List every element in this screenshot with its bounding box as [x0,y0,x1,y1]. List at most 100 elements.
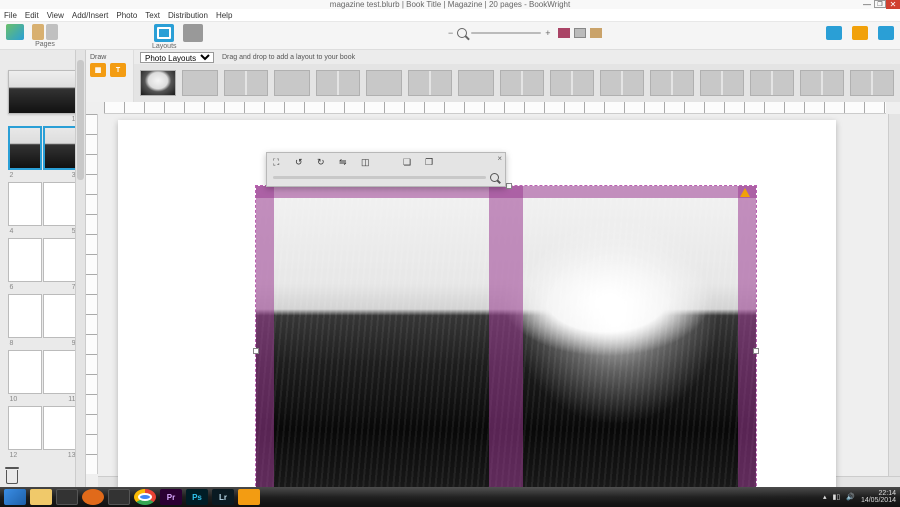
menu-photo[interactable]: Photo [116,11,137,20]
tray-date: 14/05/2014 [861,497,896,504]
book-cover-button[interactable] [6,24,24,40]
view-swatches [558,28,602,38]
pages-sidebar: 1 23 45 67 89 1011 1213 [0,50,86,488]
menu-add-insert[interactable]: Add/Insert [72,11,108,20]
bookwright-icon[interactable] [238,489,260,505]
minimize-button[interactable]: — [860,0,874,9]
flag-upload-icon[interactable] [878,26,894,40]
layout-thumb[interactable] [700,70,744,96]
page-thumbnail[interactable]: 45 [8,182,78,226]
canvas-area: × ⛶ ↺ ↻ ⇋ ◫ ❏ ❐ [86,102,900,488]
menu-view[interactable]: View [47,11,64,20]
image-zoom-slider[interactable] [273,176,486,179]
menu-file[interactable]: File [4,11,17,20]
resize-handle[interactable] [506,183,512,189]
layout-thumb[interactable] [224,70,268,96]
flag-sync-icon[interactable] [826,26,842,40]
tray-time: 22:14 [878,490,896,497]
menu-help[interactable]: Help [216,11,232,20]
taskbar-app-icon[interactable] [56,489,78,505]
layout-strip: Photo Layouts Drag and drop to add a lay… [134,50,900,102]
swatch-safe[interactable] [574,28,586,38]
taskbar-app-icon[interactable] [108,489,130,505]
page-thumbnail[interactable]: 89 [8,294,78,338]
premiere-icon[interactable]: Pr [160,489,182,505]
pages-icon[interactable] [32,24,44,40]
lightroom-icon[interactable]: Lr [212,489,234,505]
crop-icon[interactable]: ◫ [361,157,373,169]
layout-thumbnails [134,64,900,102]
layout-thumb[interactable] [182,70,218,96]
flip-icon[interactable]: ⇋ [339,157,351,169]
ruler-vertical [86,114,98,474]
tray-volume-icon[interactable]: 🔊 [846,493,855,501]
layouts-mode-button[interactable] [154,24,174,42]
zoom-out-icon[interactable]: − [448,28,453,38]
layout-thumb[interactable] [140,70,176,96]
layout-thumb[interactable] [650,70,694,96]
draw-text-box-tool[interactable]: T [110,63,126,77]
top-toolbar: Pages Layouts − + [0,22,900,50]
layout-thumb[interactable] [458,70,494,96]
layout-thumb[interactable] [750,70,794,96]
layout-type-select[interactable]: Photo Layouts [140,52,214,63]
status-flags [826,26,894,40]
layout-thumb[interactable] [500,70,544,96]
layout-thumb[interactable] [366,70,402,96]
tray-clock[interactable]: 22:14 14/05/2014 [861,490,896,504]
close-button[interactable]: ✕ [886,0,900,9]
send-back-icon[interactable]: ❏ [403,157,415,169]
layouts-label: Layouts [152,43,177,50]
layout-thumb[interactable] [800,70,844,96]
image-toolbar[interactable]: × ⛶ ↺ ↻ ⇋ ◫ ❏ ❐ [266,152,506,187]
resolution-warning-icon[interactable] [740,188,750,197]
restore-button[interactable]: ❐ [874,0,886,8]
tray-up-icon[interactable]: ▴ [823,493,827,501]
page-thumbnail[interactable]: 1213 [8,406,78,450]
images-mode-button[interactable] [183,24,203,42]
menu-distribution[interactable]: Distribution [168,11,208,20]
resize-handle[interactable] [753,348,759,354]
bring-front-icon[interactable]: ❐ [425,157,437,169]
layout-thumb[interactable] [408,70,452,96]
layout-thumb[interactable] [274,70,310,96]
trash-icon[interactable] [6,470,18,484]
draw-image-box-tool[interactable]: ▦ [90,63,106,77]
canvas-vertical-scrollbar[interactable] [888,114,900,476]
pages-icon-2 [46,24,58,40]
photoshop-icon[interactable]: Ps [186,489,208,505]
ruler-horizontal [104,102,886,114]
menu-text[interactable]: Text [145,11,160,20]
resize-handle[interactable] [253,348,259,354]
start-button[interactable] [4,489,26,505]
layout-thumb[interactable] [600,70,644,96]
rotate-right-icon[interactable]: ↻ [317,157,329,169]
page-thumbnail[interactable]: 1011 [8,350,78,394]
page-thumbnail[interactable]: 23 [8,126,78,170]
draw-label: Draw [90,54,129,61]
zoom-slider[interactable] [471,32,541,34]
layout-thumb[interactable] [550,70,594,96]
swatch-trim[interactable] [590,28,602,38]
swatch-bleed[interactable] [558,28,570,38]
toolbar-close-icon[interactable]: × [497,154,502,163]
tray-network-icon[interactable]: ▮▯ [833,493,841,501]
firefox-icon[interactable] [82,489,104,505]
window-title: magazine test.blurb | Book Title | Magaz… [0,0,900,9]
menu-edit[interactable]: Edit [25,11,39,20]
system-tray[interactable]: ▴ ▮▯ 🔊 22:14 14/05/2014 [823,490,896,504]
flag-warning-icon[interactable] [852,26,868,40]
main-area: 1 23 45 67 89 1011 1213 Draw ▦ T Photo Layouts [0,50,900,488]
chrome-icon[interactable] [134,489,156,505]
page-thumbnail[interactable]: 1 [8,70,78,114]
image-frame[interactable] [256,186,756,488]
page-thumbnail[interactable]: 67 [8,238,78,282]
zoom-in-icon[interactable]: + [545,28,550,38]
file-explorer-icon[interactable] [30,489,52,505]
sidebar-scrollbar[interactable] [75,50,85,488]
zoom-control[interactable]: − + [448,28,551,38]
layout-thumb[interactable] [850,70,894,96]
rotate-left-icon[interactable]: ↺ [295,157,307,169]
fit-icon[interactable]: ⛶ [273,157,285,169]
layout-thumb[interactable] [316,70,360,96]
